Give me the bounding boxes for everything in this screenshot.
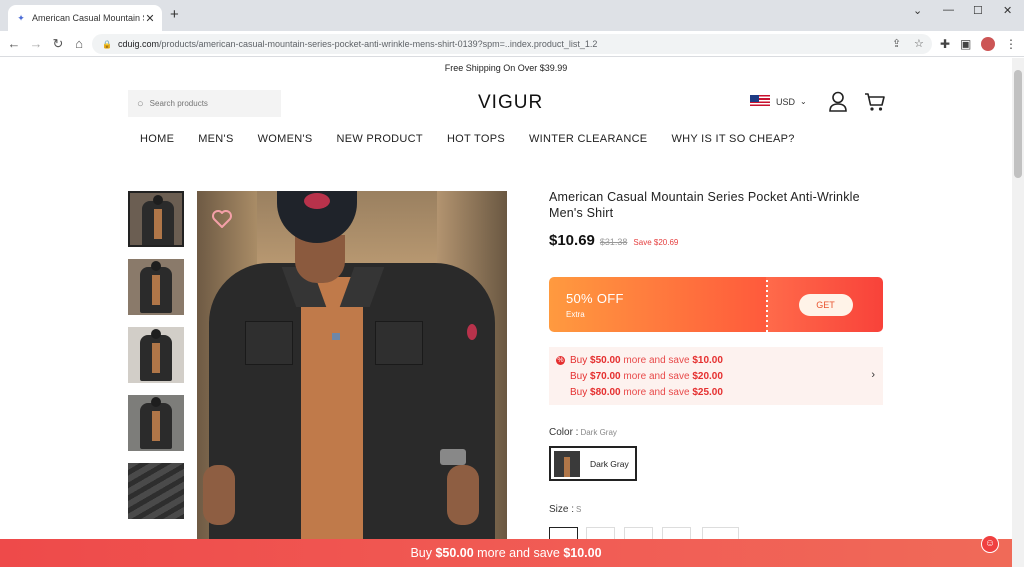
tab-close-icon[interactable]: ✕ — [144, 12, 156, 25]
browser-toolbar: ← → ↻ ⌂ 🔒 cduig.com/products/american-ca… — [0, 31, 1024, 57]
currency-code: USD — [776, 96, 796, 107]
new-tab-button[interactable]: + — [170, 6, 179, 23]
reload-icon[interactable]: ↻ — [50, 36, 66, 52]
original-price: $31.38 — [599, 237, 628, 247]
product-thumbnail[interactable] — [128, 463, 184, 519]
site-favicon-icon: ✦ — [17, 12, 25, 23]
page-scrollbar[interactable] — [1012, 58, 1024, 567]
chat-support-icon[interactable]: ☺ — [981, 535, 999, 553]
search-box[interactable]: ○ — [128, 90, 281, 117]
product-thumbnail[interactable] — [128, 327, 184, 383]
product-thumbnail[interactable] — [128, 259, 184, 315]
site-logo[interactable]: VIGUR — [478, 92, 543, 114]
search-icon: ○ — [137, 97, 144, 110]
home-icon[interactable]: ⌂ — [71, 36, 87, 51]
size-option[interactable] — [586, 527, 615, 539]
size-label: Size :S — [549, 504, 582, 515]
currency-selector[interactable]: USD ⌄ — [750, 95, 807, 108]
discount-badge-icon: % — [556, 356, 565, 365]
bookmark-star-icon[interactable]: ☆ — [914, 37, 924, 50]
size-option[interactable] — [549, 527, 578, 539]
address-bar[interactable]: 🔒 cduig.com/products/american-casual-mou… — [92, 34, 932, 54]
tier-item: Buy $80.00 more and save $25.00 — [570, 387, 723, 398]
swatch-name: Dark Gray — [590, 458, 629, 469]
size-value: S — [576, 505, 582, 514]
save-amount: Save $20.69 — [633, 238, 679, 247]
minimize-button[interactable]: — — [943, 4, 954, 16]
bottom-promo-bar[interactable]: Buy $50.00 more and save $10.00 — [0, 539, 1012, 567]
tier-discounts[interactable]: % Buy $50.00 more and save $10.00 Buy $7… — [549, 347, 883, 405]
menu-kebab-icon[interactable]: ⋮ — [1005, 37, 1017, 51]
site-header: ○ VIGUR USD ⌄ — [128, 90, 886, 118]
maximize-button[interactable]: ☐ — [973, 4, 983, 17]
coupon-percent: 50% OFF — [566, 291, 624, 306]
coupon-discount: 50% OFF Extra — [549, 277, 766, 332]
us-flag-icon — [750, 95, 770, 108]
chevron-right-icon[interactable]: › — [871, 369, 875, 381]
nav-hot-tops[interactable]: HOT TOPS — [447, 133, 505, 145]
tier-item: % Buy $50.00 more and save $10.00 — [556, 355, 723, 366]
close-window-button[interactable]: ✕ — [1003, 4, 1012, 17]
browser-tab-bar: ✦ American Casual Mountain Series ✕ + ⌄ … — [0, 0, 1024, 31]
search-input[interactable] — [149, 99, 260, 108]
url-text: cduig.com/products/american-casual-mount… — [118, 39, 597, 49]
coupon-action: GET — [768, 277, 883, 332]
swatch-image — [554, 450, 580, 477]
forward-icon[interactable]: → — [28, 36, 44, 51]
extensions-icon[interactable]: ✚ — [940, 37, 950, 51]
url-path: /products/american-casual-mountain-serie… — [159, 39, 598, 49]
size-option[interactable] — [624, 527, 653, 539]
product-info: American Casual Mountain Series Pocket A… — [549, 189, 884, 249]
coupon-card: 50% OFF Extra GET — [549, 277, 883, 332]
nav-home[interactable]: HOME — [140, 133, 174, 145]
wishlist-heart-icon[interactable] — [211, 209, 233, 229]
size-option[interactable] — [702, 527, 739, 539]
promo-banner: Free Shipping On Over $39.99 — [444, 63, 568, 73]
product-thumbnail[interactable] — [128, 395, 184, 451]
profile-avatar[interactable] — [981, 37, 995, 51]
page: Free Shipping On Over $39.99 ○ VIGUR USD… — [0, 58, 1012, 567]
size-option[interactable] — [662, 527, 691, 539]
user-account-icon[interactable] — [828, 91, 848, 113]
tier-item: Buy $70.00 more and save $20.00 — [570, 371, 723, 382]
thumbnail-list — [128, 191, 184, 531]
color-label: Color : Dark Gray — [549, 427, 617, 438]
product-title: American Casual Mountain Series Pocket A… — [549, 190, 860, 220]
browser-tab[interactable]: ✦ American Casual Mountain Series ✕ — [8, 5, 162, 31]
product-thumbnail[interactable] — [128, 191, 184, 247]
share-icon[interactable]: ⇪ — [892, 37, 901, 50]
side-panel-icon[interactable]: ▣ — [960, 37, 971, 51]
color-swatch-dark-gray[interactable]: Dark Gray — [549, 446, 637, 481]
tab-search-icon[interactable]: ⌄ — [913, 4, 922, 17]
chevron-down-icon: ⌄ — [800, 97, 807, 106]
cart-icon[interactable] — [864, 91, 886, 113]
nav-new-product[interactable]: NEW PRODUCT — [337, 133, 423, 145]
color-value: Dark Gray — [580, 428, 617, 437]
main-nav: HOME MEN'S WOMEN'S NEW PRODUCT HOT TOPS … — [140, 133, 795, 145]
price-row: $10.69 $31.38 Save $20.69 — [549, 232, 884, 249]
url-host: cduig.com — [117, 39, 159, 49]
scrollbar-thumb[interactable] — [1014, 70, 1022, 178]
product-main-image[interactable] — [197, 191, 507, 541]
coupon-sub: Extra — [566, 310, 585, 319]
lock-icon[interactable]: 🔒 — [102, 40, 112, 49]
tab-title: American Casual Mountain Series — [32, 13, 144, 23]
back-icon[interactable]: ← — [6, 36, 22, 51]
nav-why-so-cheap[interactable]: WHY IS IT SO CHEAP? — [671, 133, 794, 145]
nav-winter-clearance[interactable]: WINTER CLEARANCE — [529, 133, 647, 145]
get-coupon-button[interactable]: GET — [798, 293, 853, 316]
nav-mens[interactable]: MEN'S — [198, 133, 233, 145]
current-price: $10.69 — [549, 232, 595, 249]
nav-womens[interactable]: WOMEN'S — [258, 133, 313, 145]
